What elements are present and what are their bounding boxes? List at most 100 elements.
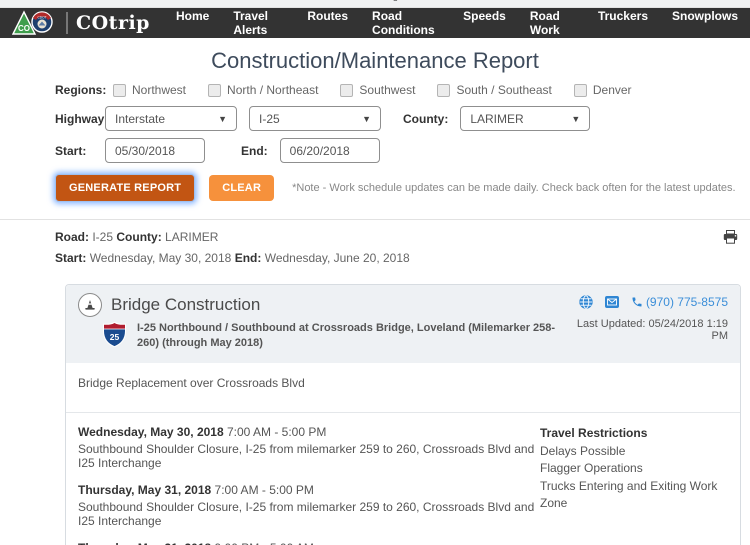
region-option: South / Southeast [437,83,551,97]
schedule-list: Wednesday, May 30, 2018 7:00 AM - 5:00 P… [78,425,540,545]
schedule-time: 7:00 AM - 5:00 PM [215,483,314,497]
region-option: North / Northeast [208,83,318,97]
region-checkbox[interactable] [574,84,587,97]
nav-menu-item[interactable]: Road Work [530,9,574,37]
nav-menu-item[interactable]: Routes [307,9,348,37]
region-option: Northwest [113,83,186,97]
event-card-header: Bridge Construction 25 I-25 Northbound /… [66,285,740,363]
dates-row: Start: End: [0,138,750,163]
construction-cone-icon [78,293,102,317]
schedule-description: Southbound Shoulder Closure, I-25 from m… [78,500,540,528]
schedule-date: Thursday, May 31, 2018 [78,541,211,545]
travel-restriction-item: Trucks Entering and Exiting Work Zone [540,478,728,513]
nav-menu-item[interactable]: Truckers [598,9,648,37]
region-option-label: North / Northeast [227,83,318,97]
summary-end-value: Wednesday, June 20, 2018 [265,251,410,265]
event-description: Bridge Replacement over Crossroads Blvd [66,363,740,413]
end-date-input[interactable] [280,138,380,163]
bookmark-item[interactable]: General [214,0,263,2]
travel-restriction-item: Flagger Operations [540,460,728,477]
nav-menu-item[interactable]: Home [176,9,209,37]
regions-label: Regions: [55,83,105,97]
region-checkbox[interactable] [340,84,353,97]
bookmark-item[interactable]: To Web [77,0,124,2]
travel-restrictions: Travel Restrictions Delays Possible Flag… [540,425,728,545]
bookmark-item[interactable]: To Web [10,0,57,2]
region-checkbox[interactable] [437,84,450,97]
summary-start-value: Wednesday, May 30, 2018 [90,251,232,265]
chevron-down-icon: ▼ [362,114,371,124]
nav-menu-item[interactable]: Speeds [463,9,506,37]
schedule-note: *Note - Work schedule updates can be mad… [292,182,736,194]
schedule-date: Wednesday, May 30, 2018 [78,425,224,439]
summary-road-line: Road: I-25 County: LARIMER [55,230,750,244]
interstate-25-shield-icon: 25 [102,321,127,353]
region-checkbox[interactable] [113,84,126,97]
highway-type-select[interactable]: Interstate ▼ [105,106,237,131]
report-summary: Road: I-25 County: LARIMER Start: Wednes… [0,230,750,265]
regions-row: Regions: Northwest North / Northeast Sou… [0,83,750,97]
phone-number: (970) 775-8575 [646,295,728,309]
bookmark-item[interactable]: Office 365 [282,0,340,2]
cotrip-brand[interactable]: CO CDOT COtrip [12,10,150,36]
cdot-logo-icon: CO CDOT [12,10,56,36]
county-label: County: [403,112,448,126]
phone-link[interactable]: (970) 775-8575 [631,295,728,309]
bookmark-item[interactable]: Courses [143,0,193,2]
chevron-down-icon: ▼ [571,114,580,124]
section-divider [0,219,750,220]
phone-icon [631,296,643,308]
actions-row: GENERATE REPORT CLEAR *Note - Work sched… [0,174,750,202]
website-globe-icon[interactable] [579,295,593,309]
county-select[interactable]: LARIMER ▼ [460,106,590,131]
browser-bookmarks-bar: To Web To Web Courses General Office 365 [0,0,750,8]
region-option-label: Southwest [359,83,415,97]
region-option-label: South / Southeast [456,83,551,97]
brand-wordmark: COtrip [66,12,150,34]
svg-text:CO: CO [18,24,30,33]
page-content: Construction/Maintenance Report Regions:… [0,48,750,545]
bookmark-item[interactable]: Google Team Driv [361,0,454,2]
event-location: I-25 Northbound / Southbound at Crossroa… [137,321,562,353]
bookmark-item[interactable]: Local areas [555,0,620,2]
region-option: Southwest [340,83,415,97]
nav-menu-item[interactable]: Travel Alerts [233,9,283,37]
summary-road-value: I-25 [92,230,113,244]
start-date-input[interactable] [105,138,205,163]
nav-menu-item[interactable]: Snowplows [672,9,738,37]
event-card: Bridge Construction 25 I-25 Northbound /… [65,284,741,545]
summary-dates-line: Start: Wednesday, May 30, 2018 End: Wedn… [55,251,750,265]
highway-label: Highway: [55,112,105,126]
highway-row: Highway: Interstate ▼ I-25 ▼ County: LAR… [0,106,750,131]
svg-text:25: 25 [110,332,120,342]
schedule-description: Southbound Shoulder Closure, I-25 from m… [78,442,540,470]
region-option-label: Northwest [132,83,186,97]
clear-button[interactable]: CLEAR [209,175,274,201]
highway-route-select[interactable]: I-25 ▼ [249,106,381,131]
print-icon[interactable] [723,230,738,249]
summary-county-value: LARIMER [165,230,218,244]
last-updated: Last Updated: 05/24/2018 1:19 PM [562,318,728,342]
svg-text:CDOT: CDOT [37,16,46,20]
regions-checkbox-group: Northwest North / Northeast Southwest So… [113,83,632,97]
bookmark-item[interactable]: Modern [640,0,687,2]
chevron-down-icon: ▼ [218,114,227,124]
region-checkbox[interactable] [208,84,221,97]
travel-restrictions-title: Travel Restrictions [540,426,728,440]
travel-restriction-item: Delays Possible [540,443,728,460]
schedule-entry: Thursday, May 31, 2018 7:00 AM - 5:00 PM… [78,483,540,528]
end-date-label: End: [241,144,268,158]
nav-menu: Home Travel Alerts Routes Road Condition… [176,9,738,37]
schedule-time: 7:00 AM - 5:00 PM [227,425,326,439]
bookmark-item[interactable]: Cost Alerts [474,0,535,2]
generate-report-button[interactable]: GENERATE REPORT [55,174,195,202]
event-type-title: Bridge Construction [111,295,260,315]
bookmark-item[interactable]: Solutions [707,0,750,2]
nav-menu-item[interactable]: Road Conditions [372,9,439,37]
email-icon[interactable] [605,296,619,308]
schedule-date: Thursday, May 31, 2018 [78,483,211,497]
top-navigation: CO CDOT COtrip Home Travel Alerts Routes… [0,8,750,38]
region-option-label: Denver [593,83,632,97]
region-option: Denver [574,83,632,97]
schedule-entry: Thursday, May 31, 2018 9:00 PM - 5:00 AM… [78,541,540,545]
